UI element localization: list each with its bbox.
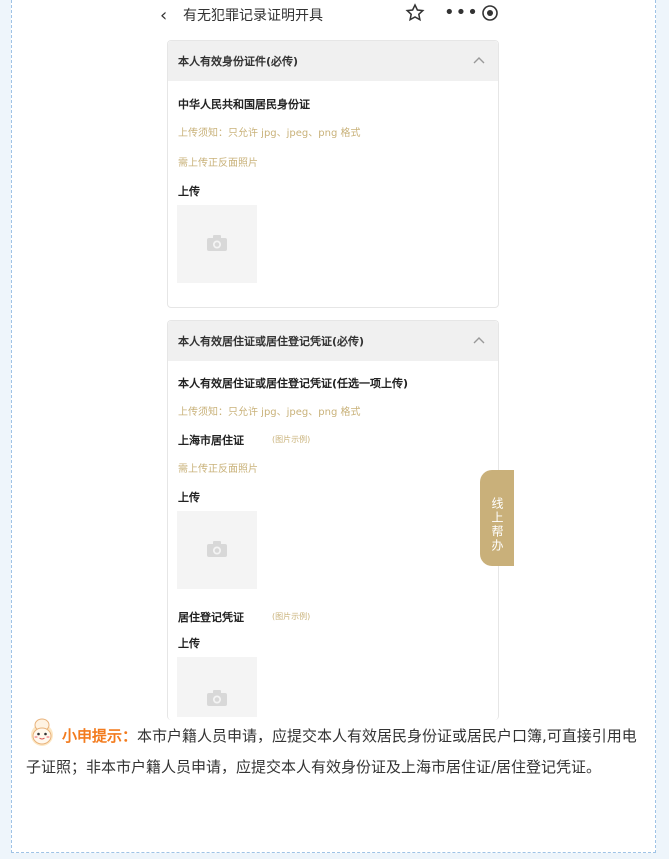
camera-icon [207,235,227,251]
sides-hint: 需上传正反面照片 [178,464,258,475]
tip-label: 小申提示： [62,727,138,745]
upload-box[interactable] [177,511,257,589]
sample-link-1[interactable]: (图片示例) [272,434,310,445]
sides-hint: 需上传正反面照片 [178,158,258,169]
chevron-up-icon[interactable] [471,53,487,69]
id-card-section: 本人有效身份证件(必传) 中华人民共和国居民身份证 上传须知：只允许 jpg、j… [167,40,499,308]
tip-box: 小申提示：本市户籍人员申请，应提交本人有效居民身份证或居民户口簿,可直接引用电子… [26,716,646,783]
chevron-up-icon[interactable] [471,333,487,349]
back-chevron-icon[interactable]: ‹ [160,5,167,26]
online-help-tab[interactable]: 线上帮办 [480,470,514,566]
target-icon[interactable] [480,3,500,27]
star-icon[interactable] [405,3,425,27]
doc-title: 中华人民共和国居民身份证 [178,98,310,111]
sample-link-2[interactable]: (图片示例) [272,611,310,622]
sub-doc-title-2: 居住登记凭证 [178,611,244,624]
more-icon[interactable]: ••• [444,2,479,23]
page-title: 有无犯罪记录证明开具 [183,8,323,24]
section-title: 本人有效居住证或居住登记凭证(必传) [178,335,365,348]
format-hint: 上传须知：只允许 jpg、jpeg、png 格式 [178,128,361,139]
section-header[interactable]: 本人有效身份证件(必传) [168,41,498,81]
upload-label: 上传 [178,185,200,198]
residence-permit-section: 本人有效居住证或居住登记凭证(必传) 本人有效居住证或居住登记凭证(任选一项上传… [167,320,499,720]
format-hint: 上传须知：只允许 jpg、jpeg、png 格式 [178,407,361,418]
sub-doc-title-1: 上海市居住证 [178,434,244,447]
upload-label: 上传 [178,637,200,650]
upload-label: 上传 [178,491,200,504]
camera-icon [207,690,227,706]
upload-box[interactable] [177,657,257,717]
top-bar: ‹ 有无犯罪记录证明开具 ••• [0,0,669,30]
section-header[interactable]: 本人有效居住证或居住登记凭证(必传) [168,321,498,361]
doc-title: 本人有效居住证或居住登记凭证(任选一项上传) [178,377,409,390]
mascot-icon [26,716,58,748]
camera-icon [207,541,227,557]
section-title: 本人有效身份证件(必传) [178,55,299,68]
upload-box[interactable] [177,205,257,283]
